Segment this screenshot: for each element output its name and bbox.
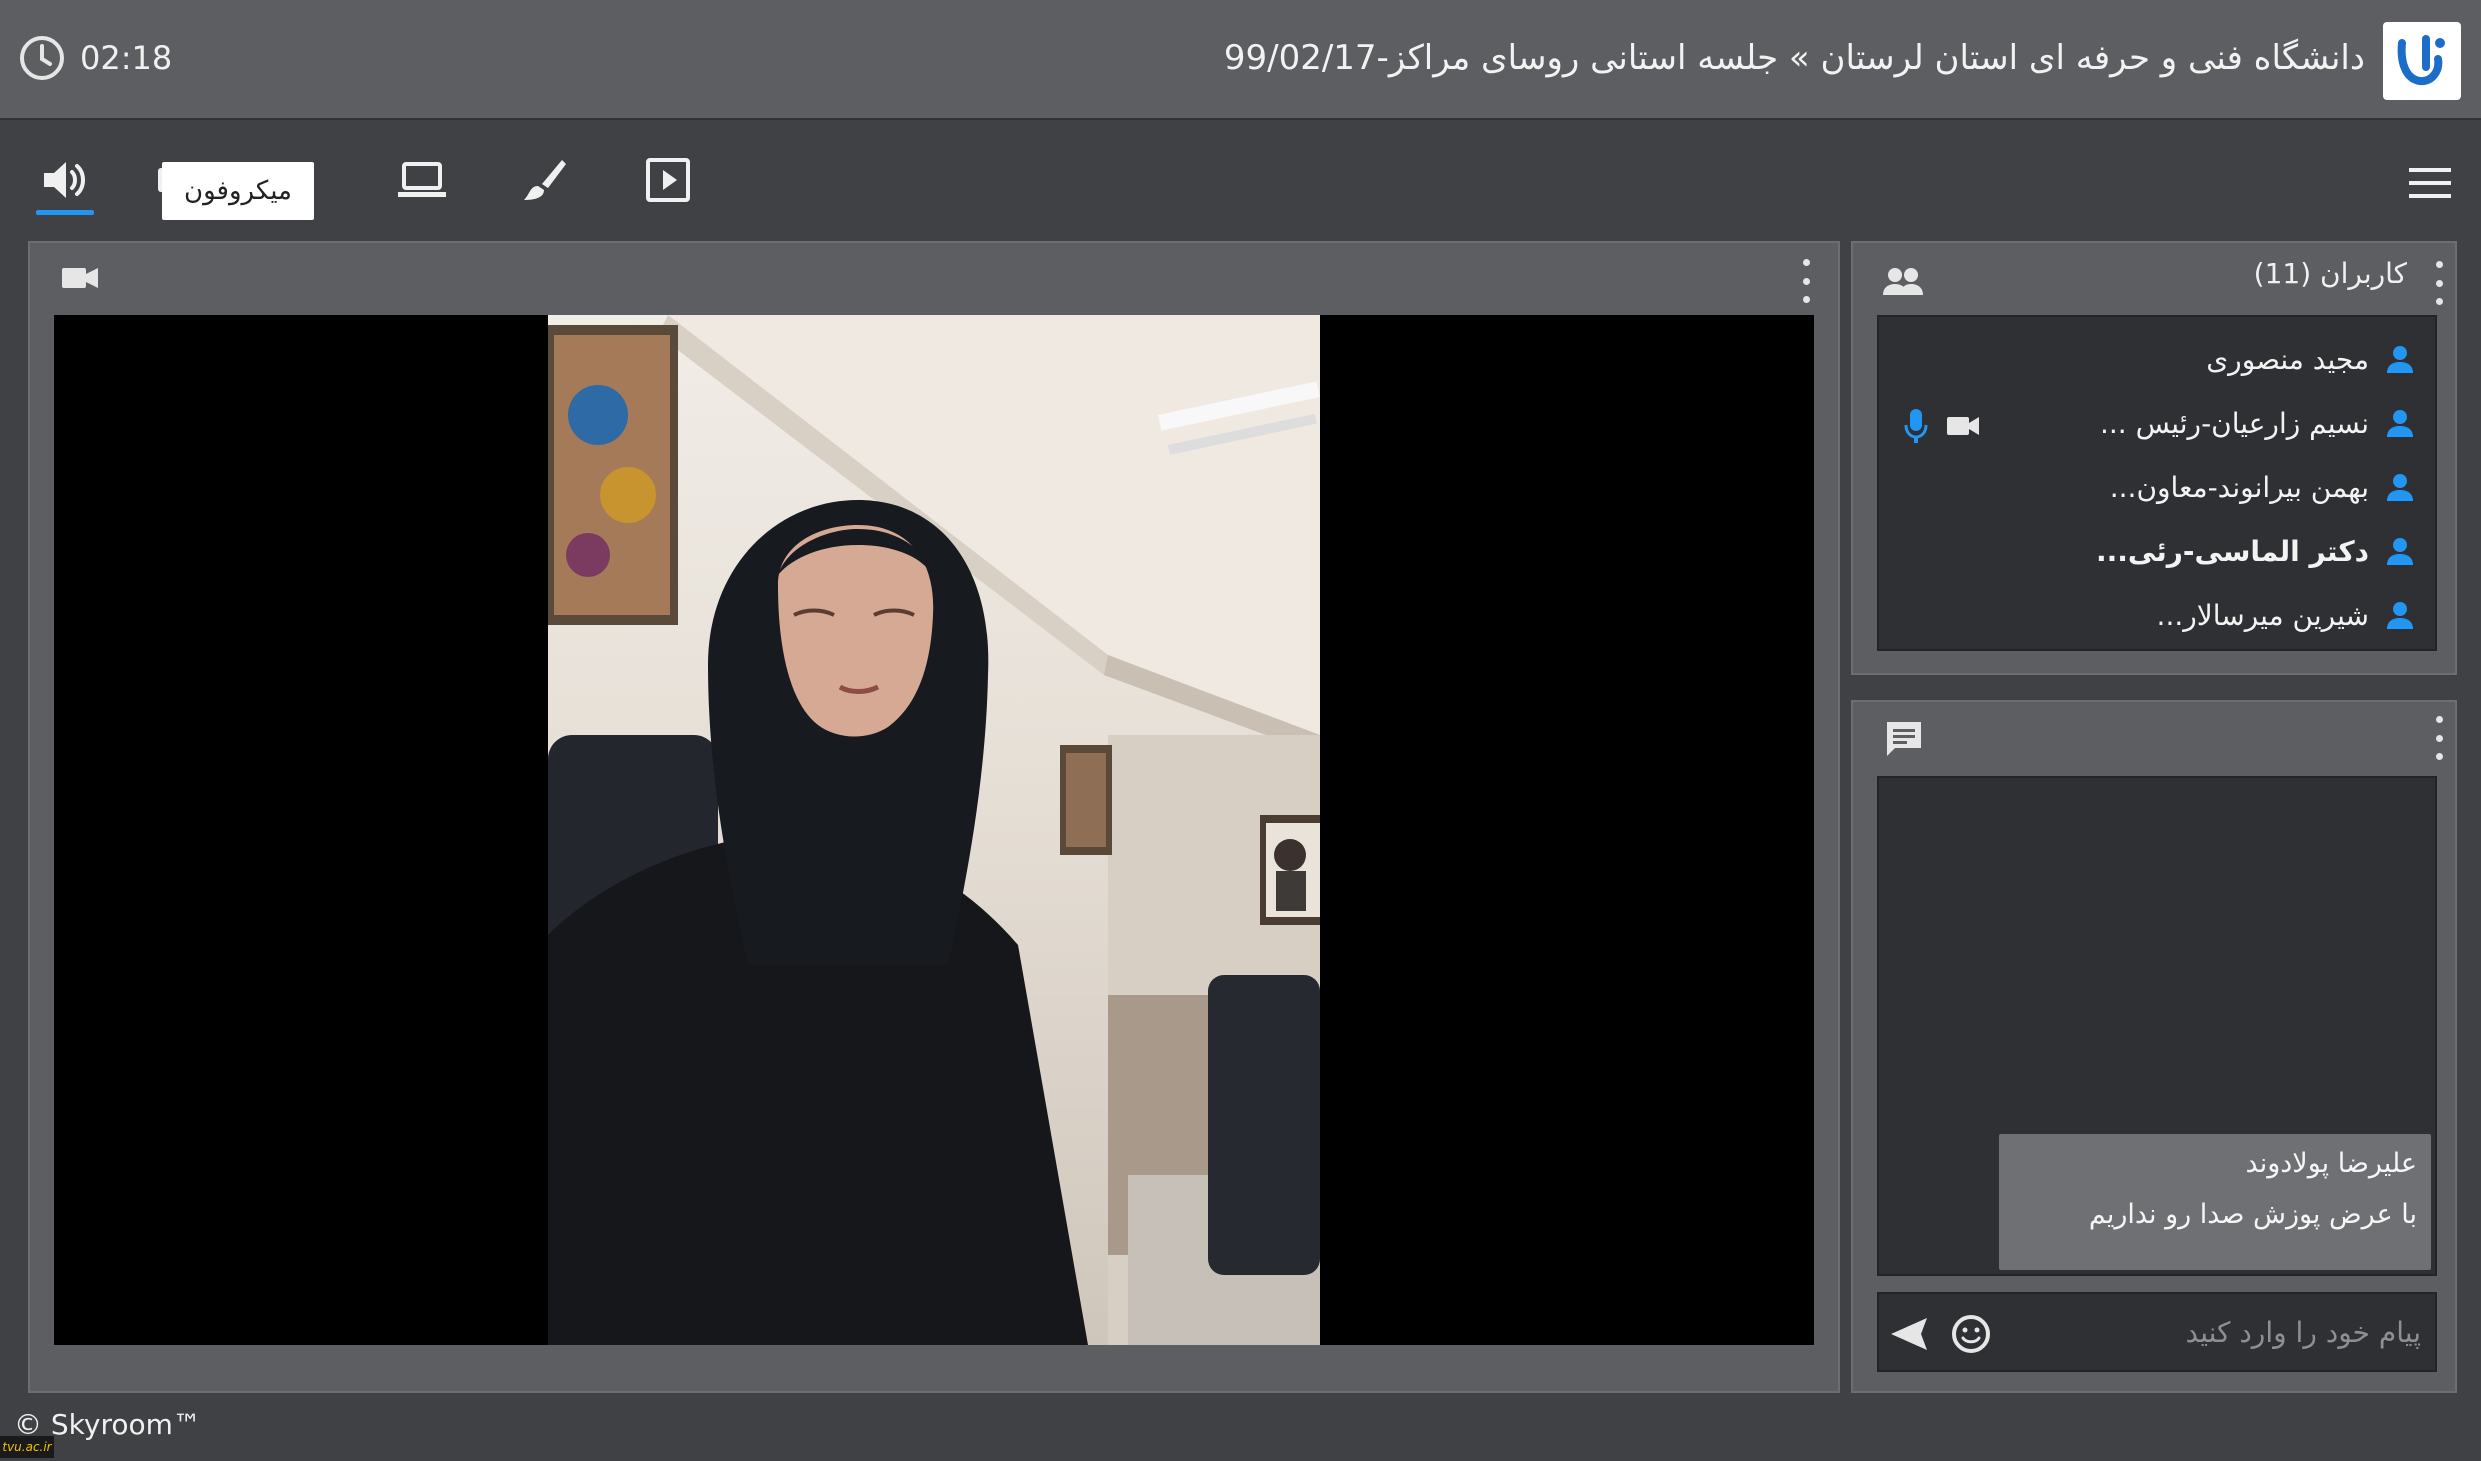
emoji-icon[interactable] [1949,1312,1993,1356]
user-row[interactable]: بهمن بیرانوند-معاون... [1875,455,2435,519]
screen-share-button[interactable] [390,148,454,212]
user-icon [2387,538,2413,565]
message-author: علیرضا پولادوند [2245,1148,2417,1179]
participant-video [548,315,1320,1345]
chat-icon [1887,722,1921,756]
message-text: با عرض پوزش صدا رو نداریم [2088,1199,2417,1230]
user-media-status [1903,407,1981,445]
chat-panel: علیرضا پولادوند با عرض پوزش صدا رو نداری… [1851,700,2457,1393]
microphone-tooltip: میکروفون [162,162,314,220]
speaker-icon [44,162,85,198]
user-row[interactable]: شیرین میرسالار... [1875,583,2435,647]
chat-options-icon[interactable] [2433,716,2445,760]
video-panel-header [30,243,1838,315]
users-options-icon[interactable] [2433,261,2445,305]
video-panel [28,241,1840,1393]
video-camera-icon [62,268,98,288]
brush-icon [524,160,566,200]
speaker-video-image [548,315,1320,1345]
top-bar: 02:18 دانشگاه فنی و حرفه ای استان لرستان… [0,0,2481,120]
users-title: کاربران (11) [2253,257,2407,290]
users-panel: کاربران (11) مجید منصوری نسیم زارعیان-رئ… [1851,241,2457,675]
screen-share-icon [398,162,446,197]
session-timer: 02:18 [18,34,172,82]
user-name: شیرین میرسالار... [2156,598,2369,632]
active-tool-indicator [36,210,94,215]
users-icon [1883,268,1923,295]
user-icon [2387,346,2413,373]
whiteboard-button[interactable] [512,148,576,212]
play-icon [646,158,690,202]
speaker-button[interactable] [32,148,96,212]
camera-on-icon [1947,417,1979,435]
chat-message: علیرضا پولادوند با عرض پوزش صدا رو نداری… [1999,1134,2431,1270]
site-badge: tvu.ac.ir [0,1436,54,1458]
send-icon[interactable] [1887,1314,1931,1354]
room-title: دانشگاه فنی و حرفه ای استان لرستان » جلس… [1223,38,2365,78]
chat-messages: علیرضا پولادوند با عرض پوزش صدا رو نداری… [1877,776,2437,1276]
clock-icon [20,36,64,80]
user-icon [2387,602,2413,629]
video-stream [54,315,1814,1345]
chat-input-bar [1877,1292,2437,1372]
timer-text: 02:18 [80,39,173,77]
user-name: بهمن بیرانوند-معاون... [2109,470,2369,504]
toolbar: میکروفون [0,122,2481,242]
microphone-icon [1904,409,1928,443]
user-name: نسیم زارعیان-رئیس ... [2100,406,2369,440]
chat-message-input[interactable] [2021,1308,2421,1356]
video-options-icon[interactable] [1800,259,1812,303]
users-list: مجید منصوری نسیم زارعیان-رئیس ... بهمن ب… [1877,315,2437,651]
user-row[interactable]: نسیم زارعیان-رئیس ... [1875,391,2435,455]
user-row[interactable]: مجید منصوری [1875,327,2435,391]
university-logo [2383,22,2461,100]
user-icon [2387,474,2413,501]
user-icon [2387,410,2413,437]
user-name: مجید منصوری [2206,342,2369,376]
presentation-button[interactable] [636,148,700,212]
user-name: دکتر الماسی-رئی... [2096,534,2369,568]
hamburger-menu-icon[interactable] [2405,158,2455,208]
user-row[interactable]: دکتر الماسی-رئی... [1875,519,2435,583]
